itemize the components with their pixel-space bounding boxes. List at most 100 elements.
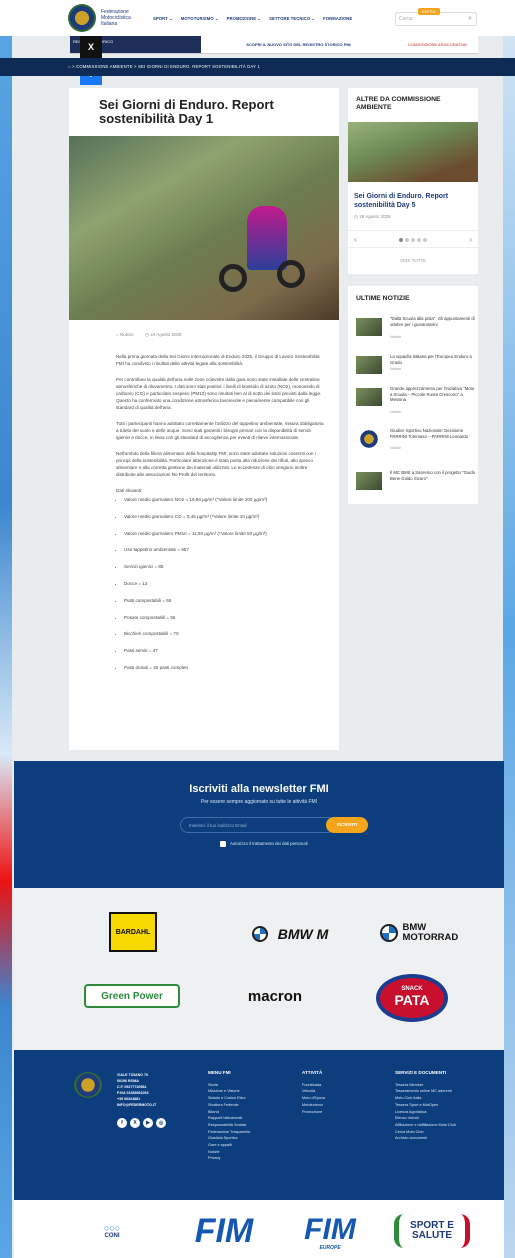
footer-link[interactable]: Tessera Sport e MotOpen bbox=[395, 1102, 456, 1109]
footer-link[interactable]: Responsabilità Sociale bbox=[208, 1122, 250, 1129]
related-card-image[interactable] bbox=[348, 122, 478, 182]
partner-coni-logo[interactable]: ○○○ CONI bbox=[92, 1214, 132, 1248]
footer-link[interactable]: Federazione Trasparente bbox=[208, 1129, 250, 1136]
news-title[interactable]: Grande apprezzamento per l'iniziativa "M… bbox=[390, 386, 476, 403]
newsletter-subtitle: Per essere sempre aggiornato su tutte le… bbox=[200, 799, 318, 805]
footer-link[interactable]: Rapporti Istituzionali bbox=[208, 1115, 250, 1122]
sponsor-greenpower-logo[interactable]: Green Power bbox=[84, 984, 180, 1008]
youtube-icon[interactable]: ▶ bbox=[143, 1118, 153, 1128]
footer-link[interactable]: Fuoristrada bbox=[302, 1082, 325, 1089]
news-thumbnail[interactable] bbox=[356, 318, 382, 336]
footer-link[interactable]: Missione e Visione bbox=[208, 1088, 250, 1095]
rider-figure bbox=[247, 206, 287, 270]
olympic-rings-icon: ○○○ bbox=[103, 1223, 121, 1233]
partner-fim-europe-logo[interactable]: FIM EUROPE bbox=[290, 1212, 370, 1254]
latest-news-title: ULTIME NOTIZIE bbox=[356, 295, 410, 302]
news-item[interactable]: La squadra Italiana per l'Europeo Enduro… bbox=[356, 354, 474, 378]
nav-settore-tecnico[interactable]: SETTORE TECNICO ⌄ bbox=[269, 16, 315, 21]
newsletter-section: Iscriviti alla newsletter FMI Per essere… bbox=[14, 761, 504, 888]
footer-link[interactable]: Privacy bbox=[208, 1155, 250, 1162]
instagram-icon[interactable]: ◎ bbox=[156, 1118, 166, 1128]
footer-link[interactable]: Affiliazione e riaffiliazione Moto Club bbox=[395, 1122, 456, 1129]
footer-link[interactable]: Storia bbox=[208, 1082, 250, 1089]
nav-mototurismo[interactable]: MOTOTURISMO ⌄ bbox=[181, 16, 219, 21]
news-thumbnail[interactable] bbox=[356, 388, 382, 406]
paragraph: Nell'ambito della filiera alimentare del… bbox=[116, 451, 316, 477]
footer-link[interactable]: Tesseramento online MC aderenti bbox=[395, 1088, 456, 1095]
sponsors-section: BARDAHL BMW M BMW MOTORRAD Green Power m… bbox=[14, 888, 504, 1050]
footer-fmi-logo-icon[interactable] bbox=[74, 1072, 102, 1098]
footer-link[interactable]: Cerca Moto Club bbox=[395, 1129, 456, 1136]
list-item: Piatti compostabili = 55 bbox=[124, 597, 326, 604]
newsletter-subscribe-button[interactable]: ISCRIVITI bbox=[326, 817, 368, 833]
partner-sport-salute-logo[interactable]: SPORT E SALUTE bbox=[394, 1214, 470, 1248]
footer-link[interactable]: Statuto e Codice Etico bbox=[208, 1095, 250, 1102]
carousel-dots[interactable] bbox=[398, 235, 428, 244]
footer-link[interactable]: Licenza Agonistica bbox=[395, 1109, 456, 1116]
news-title[interactable]: "Dalla Scuola alla pista". Gli appuntame… bbox=[390, 316, 476, 327]
list-item: Posate compostabili = 55 bbox=[124, 614, 326, 621]
footer-social-icons: f X ▶ ◎ bbox=[117, 1118, 166, 1128]
footer-link[interactable]: Archivio documenti bbox=[395, 1135, 456, 1142]
sidebar-related-title: ALTRE DA COMMISSIONE AMBIENTE bbox=[356, 96, 441, 111]
partner-fim-logo[interactable]: FIM bbox=[176, 1212, 272, 1250]
article-category[interactable]: Notizie bbox=[120, 332, 134, 337]
news-item[interactable]: Il MC BMS a Sanremo con il progetto "Gui… bbox=[356, 470, 476, 494]
news-category: Notizie bbox=[390, 335, 401, 339]
related-card-title[interactable]: Sei Giorni di Enduro. Report sostenibili… bbox=[354, 192, 472, 210]
sponsor-pata-logo[interactable]: SNACK PATA bbox=[376, 974, 448, 1022]
footer-link[interactable]: Velocità bbox=[302, 1088, 325, 1095]
consent-checkbox[interactable] bbox=[220, 841, 226, 847]
x-icon: X bbox=[87, 42, 94, 52]
news-thumbnail[interactable] bbox=[356, 472, 382, 490]
nav-sport[interactable]: SPORT ⌄ bbox=[153, 16, 173, 21]
nav-formazione[interactable]: FORMAZIONE bbox=[323, 16, 352, 21]
x-icon[interactable]: X bbox=[130, 1118, 140, 1128]
facebook-icon[interactable]: f bbox=[117, 1118, 127, 1128]
footer-col-heading: MENU FMI bbox=[208, 1070, 231, 1075]
sponsor-bmw-motorrad-logo[interactable]: BMW MOTORRAD bbox=[366, 918, 476, 948]
data-list: Valore medio giornaliero NO2 = 19,86 µg/… bbox=[116, 496, 326, 671]
bmw-roundel-icon bbox=[251, 926, 268, 942]
footer-link[interactable]: Bilanci bbox=[208, 1109, 250, 1116]
fmi-logo-icon[interactable] bbox=[68, 4, 96, 32]
news-thumbnail[interactable] bbox=[356, 430, 382, 448]
wheel-rear bbox=[277, 260, 305, 288]
vedi-tutte-link[interactable]: VEDI TUTTE bbox=[348, 258, 478, 263]
footer-link[interactable]: Gare e appalti bbox=[208, 1142, 250, 1149]
share-x-button[interactable]: X bbox=[80, 36, 102, 58]
news-title[interactable]: Il MC BMS a Sanremo con il progetto "Gui… bbox=[390, 470, 476, 481]
newsletter-email-input[interactable]: Inserisci il tuo indirizzo Email bbox=[180, 817, 330, 833]
footer-link[interactable]: Mototurismo bbox=[302, 1102, 325, 1109]
footer-address: VIALE TIZIANO 70 00196 ROMA C.F. 052777205… bbox=[117, 1073, 157, 1107]
sponsor-bmw-m-logo[interactable]: BMW M bbox=[240, 922, 340, 946]
footer-link[interactable]: Elenco Veicoli bbox=[395, 1115, 456, 1122]
logo-text[interactable]: Federazione Motociclistica Italiana bbox=[101, 9, 145, 27]
footer-link[interactable]: Moto Club Italia bbox=[395, 1095, 456, 1102]
footer-link[interactable]: Struttura Federale bbox=[208, 1102, 250, 1109]
carousel-next-button[interactable]: › bbox=[469, 235, 472, 244]
entra-button[interactable]: ENTRA bbox=[418, 8, 440, 15]
footer-link[interactable]: Notizie bbox=[208, 1149, 250, 1156]
paragraph: Per controllare la qualità dell'aria nel… bbox=[116, 377, 322, 410]
news-thumbnail[interactable] bbox=[356, 356, 382, 374]
news-title[interactable]: Giudice Sportivo Nazionale: Decisione PA… bbox=[390, 428, 476, 439]
nav-promozione[interactable]: PROMOZIONE ⌄ bbox=[227, 16, 262, 21]
breadcrumb[interactable]: ⌂ > COMMISSIONE AMBIENTE > SEI GIORNI DI… bbox=[0, 58, 515, 76]
news-item[interactable]: Grande apprezzamento per l'iniziativa "M… bbox=[356, 386, 476, 414]
news-item[interactable]: "Dalla Scuola alla pista". Gli appuntame… bbox=[356, 316, 476, 340]
carousel-prev-button[interactable]: ‹ bbox=[354, 235, 357, 244]
search-icon[interactable]: ⌕ bbox=[468, 15, 472, 23]
news-title[interactable]: La squadra Italiana per l'Europeo Enduro… bbox=[390, 354, 476, 365]
sponsor-macron-logo[interactable]: macron bbox=[230, 982, 320, 1010]
promo-banner[interactable]: REGISTRO STORICO SCOPRI IL NUOVO SITO DE… bbox=[70, 36, 478, 54]
sponsor-bardahl-logo[interactable]: BARDAHL bbox=[109, 912, 157, 952]
related-card-date: ◷ 28 Agosto 2025 bbox=[354, 214, 391, 219]
footer-link[interactable]: Promozione bbox=[302, 1109, 325, 1116]
news-item[interactable]: Giudice Sportivo Nazionale: Decisione PA… bbox=[356, 428, 474, 452]
footer-col-servizi: SERVIZI E DOCUMENTI Tessera Member Tesse… bbox=[395, 1070, 456, 1142]
footer-link[interactable]: Giustizia Sportiva bbox=[208, 1135, 250, 1142]
footer-link[interactable]: Tessera Member bbox=[395, 1082, 456, 1089]
footer-link[interactable]: Moto d'Epoca bbox=[302, 1095, 325, 1102]
background-right-decoration bbox=[503, 0, 515, 1258]
